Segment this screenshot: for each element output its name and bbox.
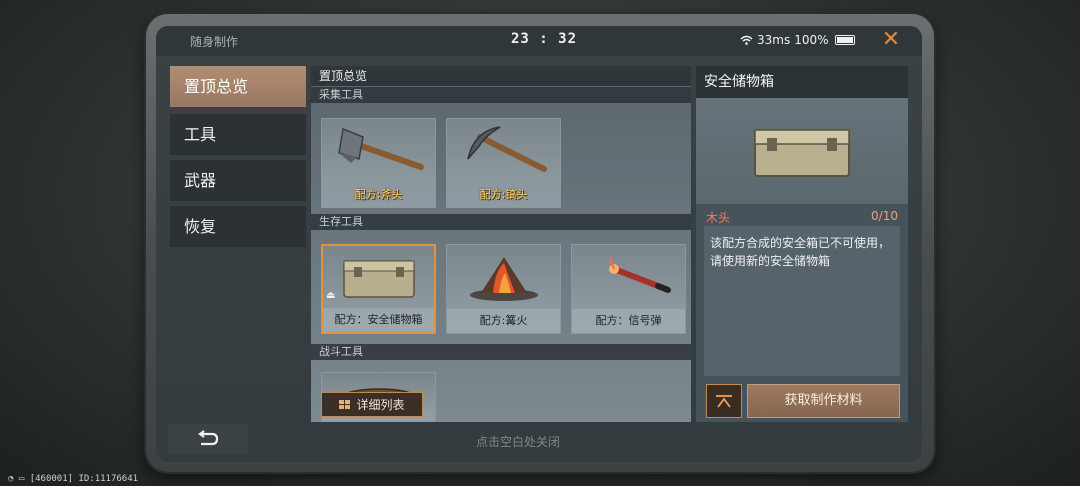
recipe-description: 该配方合成的安全箱已不可使用，请使用新的安全储物箱 [704, 226, 900, 376]
material-count: 0/10 [871, 209, 898, 223]
section-combat-tools: 战斗工具 [311, 344, 691, 360]
flare-icon [608, 256, 671, 293]
ping-value: 33ms [757, 33, 791, 47]
nav-item-tools[interactable]: 工具 [170, 114, 306, 155]
detail-title: 安全储物箱 [696, 66, 908, 98]
material-name: 木头 [706, 211, 731, 225]
back-button[interactable] [168, 424, 248, 454]
detail-list-button[interactable]: 详细列表 [321, 392, 423, 417]
storage-box-icon [754, 129, 850, 177]
recipe-panel: 置顶总览 采集工具 配方:斧头 配方:镐头 生存工具 ⏏ 配方：安全储物箱 配方… [311, 66, 691, 422]
pin-icon: ⏏ [326, 290, 336, 301]
recipe-card-label: 配方:斧头 [322, 183, 435, 207]
battery-percent: 100% [794, 33, 829, 47]
section-gathering-tools: 采集工具 [311, 87, 691, 103]
detail-art [696, 98, 908, 204]
detail-list-label: 详细列表 [356, 398, 405, 412]
recipe-card-pickaxe[interactable]: 配方:镐头 [446, 118, 561, 208]
storage-box-icon [342, 260, 415, 298]
detail-panel: 安全储物箱 木头 0/10 该配方合成的安全箱已不可使用，请使用新的安全储物箱 [696, 66, 908, 422]
battery-icon [834, 35, 855, 45]
top-bar: 随身制作 23 : 32 33ms 100% ✕ [156, 26, 922, 56]
wifi-icon [740, 35, 753, 45]
device-frame: 随身制作 23 : 32 33ms 100% ✕ 置顶总览 工具 武器 恢复 置… [146, 14, 934, 472]
nav-item-weapons[interactable]: 武器 [170, 160, 306, 201]
recipe-panel-title: 置顶总览 [311, 66, 691, 86]
section-survival-tools: 生存工具 [311, 214, 691, 230]
grid-icon [339, 400, 351, 409]
recipe-card-campfire[interactable]: 配方:篝火 [446, 244, 561, 334]
axe-icon [337, 127, 424, 170]
campfire-icon [469, 257, 538, 301]
get-material-button[interactable]: 获取制作材料 [747, 384, 900, 418]
device-info: ◔ ▭ [460001] ID:11176641 [8, 474, 138, 484]
battery-icon: ▭ [18, 474, 25, 484]
close-hint: 点击空白处关闭 [476, 435, 561, 449]
clock: 23 : 32 [511, 31, 578, 47]
wifi-icon: ◔ [8, 474, 14, 484]
recipe-card-label: 配方：安全储物箱 [323, 308, 434, 332]
device-id: [460001] ID:11176641 [29, 474, 139, 484]
material-row: 木头 0/10 [706, 209, 898, 226]
pin-icon [716, 395, 732, 408]
nav-item-overview[interactable]: 置顶总览 [170, 66, 306, 107]
close-icon[interactable]: ✕ [879, 28, 903, 52]
recipe-card-safe-storage-box[interactable]: ⏏ 配方：安全储物箱 [321, 244, 436, 334]
pickaxe-icon [466, 126, 547, 172]
crafting-screen: 随身制作 23 : 32 33ms 100% ✕ 置顶总览 工具 武器 恢复 置… [156, 26, 922, 462]
recipe-card-flare[interactable]: 配方：信号弹 [571, 244, 686, 334]
app-title: 随身制作 [190, 35, 239, 49]
pin-button[interactable] [706, 384, 742, 418]
recipe-card-label: 配方:篝火 [447, 309, 560, 333]
recipe-card-label: 配方:镐头 [447, 183, 560, 207]
recipe-card-axe[interactable]: 配方:斧头 [321, 118, 436, 208]
recipe-card-label: 配方：信号弹 [572, 309, 685, 333]
nav-item-recovery[interactable]: 恢复 [170, 206, 306, 247]
return-icon [198, 430, 219, 446]
status-area: 33ms 100% [740, 33, 855, 47]
